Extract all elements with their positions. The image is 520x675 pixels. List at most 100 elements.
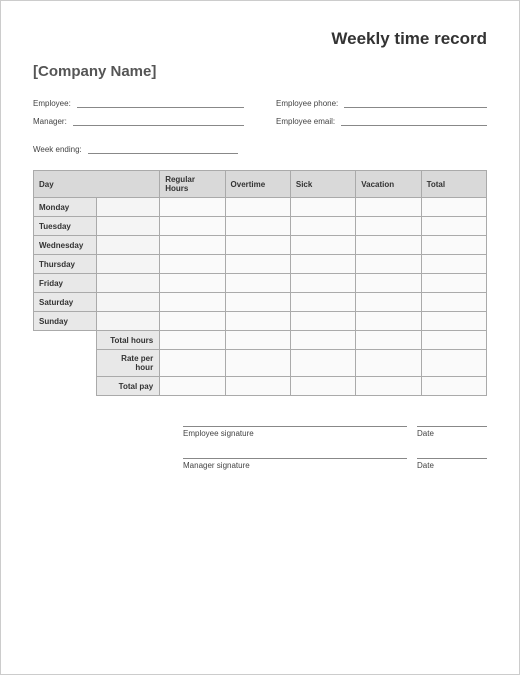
hours-cell[interactable] [160, 236, 225, 255]
hours-cell[interactable] [160, 255, 225, 274]
summary-row: Total pay [34, 377, 487, 396]
th-overtime: Overtime [225, 171, 290, 198]
date-cell[interactable] [97, 293, 160, 312]
hours-cell[interactable] [356, 312, 421, 331]
summary-cell[interactable] [160, 350, 225, 377]
summary-cell[interactable] [225, 377, 290, 396]
summary-cell[interactable] [160, 377, 225, 396]
summary-row: Total hours [34, 331, 487, 350]
manager-sig-date-label: Date [417, 461, 434, 470]
summary-cell[interactable] [290, 377, 355, 396]
date-cell[interactable] [97, 312, 160, 331]
hours-cell[interactable] [160, 198, 225, 217]
summary-cell[interactable] [225, 350, 290, 377]
hours-cell[interactable] [225, 255, 290, 274]
th-regular: Regular Hours [160, 171, 225, 198]
email-field[interactable] [341, 116, 487, 126]
th-day: Day [34, 171, 160, 198]
spacer [34, 377, 97, 396]
day-label: Sunday [34, 312, 97, 331]
date-cell[interactable] [97, 274, 160, 293]
day-label: Monday [34, 198, 97, 217]
table-row: Wednesday [34, 236, 487, 255]
hours-cell[interactable] [421, 198, 486, 217]
th-total: Total [421, 171, 486, 198]
th-sick: Sick [290, 171, 355, 198]
hours-cell[interactable] [421, 236, 486, 255]
hours-cell[interactable] [290, 198, 355, 217]
company-name: [Company Name] [33, 63, 487, 80]
hours-cell[interactable] [356, 198, 421, 217]
hours-cell[interactable] [160, 312, 225, 331]
table-row: Sunday [34, 312, 487, 331]
hours-cell[interactable] [290, 274, 355, 293]
hours-cell[interactable] [356, 236, 421, 255]
date-cell[interactable] [97, 217, 160, 236]
date-cell[interactable] [97, 255, 160, 274]
hours-cell[interactable] [290, 255, 355, 274]
day-label: Tuesday [34, 217, 97, 236]
hours-cell[interactable] [225, 293, 290, 312]
table-row: Saturday [34, 293, 487, 312]
hours-cell[interactable] [225, 312, 290, 331]
manager-signature-label: Manager signature [183, 461, 250, 470]
hours-cell[interactable] [160, 293, 225, 312]
manager-field[interactable] [73, 116, 244, 126]
hours-cell[interactable] [421, 274, 486, 293]
time-record-page: Weekly time record [Company Name] Employ… [0, 0, 520, 675]
summary-cell[interactable] [421, 331, 486, 350]
hours-cell[interactable] [421, 293, 486, 312]
week-ending-field[interactable] [88, 144, 238, 154]
hours-cell[interactable] [356, 293, 421, 312]
summary-cell[interactable] [356, 331, 421, 350]
employee-signature-label: Employee signature [183, 429, 254, 438]
info-block: Employee: Manager: Employee phone: Emplo… [33, 94, 487, 130]
hours-cell[interactable] [421, 255, 486, 274]
summary-cell[interactable] [160, 331, 225, 350]
th-vacation: Vacation [356, 171, 421, 198]
hours-cell[interactable] [356, 217, 421, 236]
spacer [34, 350, 97, 377]
day-label: Saturday [34, 293, 97, 312]
day-label: Friday [34, 274, 97, 293]
summary-cell[interactable] [421, 350, 486, 377]
hours-cell[interactable] [421, 217, 486, 236]
manager-signature-line[interactable]: Manager signature [183, 458, 407, 470]
summary-label-rate: Rate per hour [97, 350, 160, 377]
hours-cell[interactable] [290, 312, 355, 331]
page-title: Weekly time record [33, 29, 487, 49]
employee-label: Employee: [33, 99, 71, 108]
hours-cell[interactable] [290, 293, 355, 312]
manager-sig-date-line[interactable]: Date [417, 458, 487, 470]
hours-cell[interactable] [356, 274, 421, 293]
summary-cell[interactable] [290, 331, 355, 350]
manager-label: Manager: [33, 117, 67, 126]
hours-cell[interactable] [225, 236, 290, 255]
summary-cell[interactable] [290, 350, 355, 377]
hours-cell[interactable] [225, 217, 290, 236]
day-label: Wednesday [34, 236, 97, 255]
summary-cell[interactable] [421, 377, 486, 396]
summary-cell[interactable] [356, 350, 421, 377]
hours-cell[interactable] [160, 274, 225, 293]
employee-sig-date-line[interactable]: Date [417, 426, 487, 438]
summary-label-total_pay: Total pay [97, 377, 160, 396]
date-cell[interactable] [97, 198, 160, 217]
employee-signature-line[interactable]: Employee signature [183, 426, 407, 438]
hours-cell[interactable] [225, 198, 290, 217]
summary-cell[interactable] [225, 331, 290, 350]
summary-row: Rate per hour [34, 350, 487, 377]
table-row: Tuesday [34, 217, 487, 236]
hours-cell[interactable] [421, 312, 486, 331]
hours-cell[interactable] [356, 255, 421, 274]
hours-cell[interactable] [225, 274, 290, 293]
phone-field[interactable] [344, 98, 487, 108]
hours-cell[interactable] [290, 217, 355, 236]
summary-cell[interactable] [356, 377, 421, 396]
table-row: Friday [34, 274, 487, 293]
hours-cell[interactable] [160, 217, 225, 236]
employee-field[interactable] [77, 98, 244, 108]
time-table: Day Regular Hours Overtime Sick Vacation… [33, 170, 487, 396]
date-cell[interactable] [97, 236, 160, 255]
hours-cell[interactable] [290, 236, 355, 255]
